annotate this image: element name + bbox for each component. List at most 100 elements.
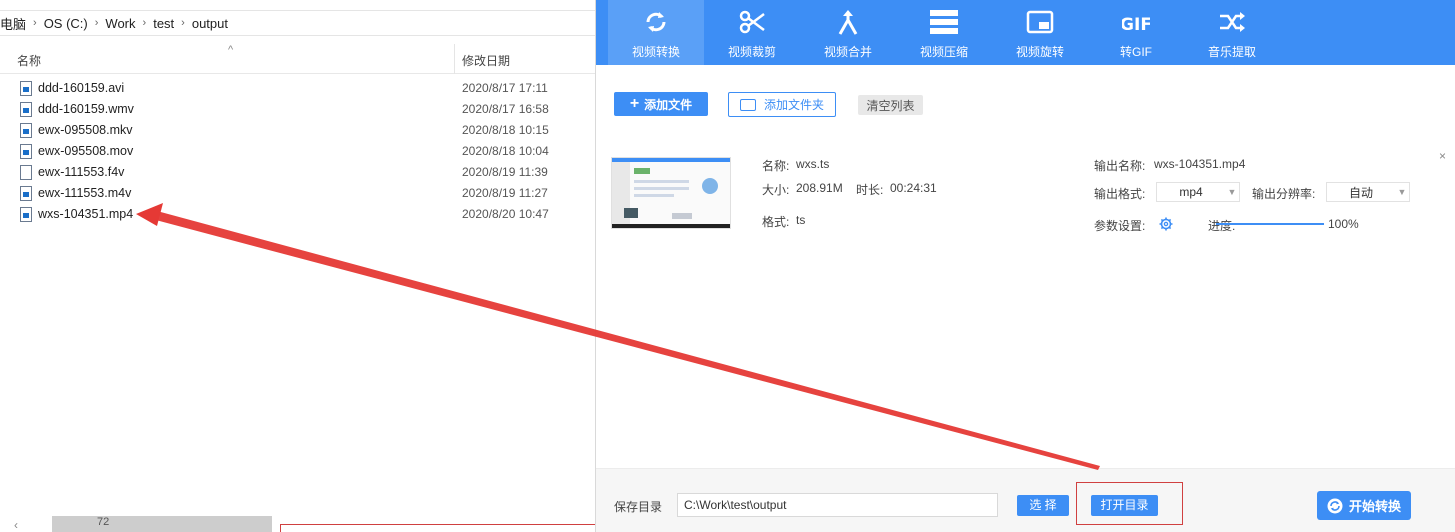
file-name: ewx-095508.mkv <box>38 123 133 137</box>
file-row[interactable]: ewx-095508.mkv 2020/8/18 10:15 <box>0 120 595 141</box>
file-date: 2020/8/19 11:39 <box>462 165 548 179</box>
folder-icon <box>739 98 756 111</box>
breadcrumb-drive[interactable]: OS (C:) <box>40 16 92 31</box>
top-nav-bar: 视频转换 视频裁剪 视频合并 视频压缩 视频旋转 GIF 转GIF 音乐提取 <box>596 0 1455 65</box>
tab-video-compress[interactable]: 视频压缩 <box>896 0 992 65</box>
tab-label: 视频旋转 <box>1015 45 1064 59</box>
tab-label: 音乐提取 <box>1207 45 1256 59</box>
save-dir-label: 保存目录 <box>614 500 663 514</box>
video-file-icon <box>20 123 32 138</box>
output-format-value: mp4 <box>1179 185 1203 199</box>
file-name: ewx-111553.f4v <box>38 165 125 179</box>
scrollbar-thumb[interactable] <box>52 516 272 532</box>
progress-fill <box>1216 223 1324 225</box>
gif-icon: GIF <box>1122 15 1150 35</box>
file-date: 2020/8/20 10:47 <box>462 207 549 221</box>
convert-icon <box>646 12 666 32</box>
column-name[interactable]: 名称 <box>17 52 41 69</box>
file-row[interactable]: ewx-111553.m4v 2020/8/19 11:27 <box>0 183 595 204</box>
footer-bar: 保存目录 C:\Work\test\output 选 择 打开目录 开始转换 <box>596 468 1455 532</box>
file-date: 2020/8/17 17:11 <box>462 81 548 95</box>
output-format-select[interactable]: mp4 ▼ <box>1156 182 1240 202</box>
tab-video-cut[interactable]: 视频裁剪 <box>704 0 800 65</box>
plus-icon: + <box>629 95 640 112</box>
shuffle-icon <box>1220 12 1245 32</box>
output-name-label: 输出名称: <box>1094 159 1146 173</box>
size-value: 208.91M <box>796 181 843 195</box>
breadcrumb-work[interactable]: Work <box>101 16 139 31</box>
clear-list-button[interactable]: 清空列表 <box>858 95 923 115</box>
file-name: ewx-095508.mov <box>38 144 134 158</box>
breadcrumb-test[interactable]: test <box>149 16 178 31</box>
tab-label: 转GIF <box>1120 45 1152 59</box>
chevron-down-icon: ▼ <box>1397 187 1407 197</box>
close-icon[interactable]: × <box>1439 149 1446 163</box>
annotation-frame <box>280 524 595 532</box>
chevron-left-icon[interactable]: ‹ <box>14 518 18 532</box>
file-date: 2020/8/19 11:27 <box>462 186 548 200</box>
svg-text:GIF: GIF <box>1122 15 1150 35</box>
compress-icon <box>930 10 958 34</box>
tab-audio-extract[interactable]: 音乐提取 <box>1184 0 1280 65</box>
rotate-icon <box>1026 10 1054 34</box>
tab-label: 视频合并 <box>823 45 872 59</box>
name-value: wxs.ts <box>796 157 830 171</box>
add-folder-button[interactable]: 添加文件夹 <box>728 92 836 117</box>
scroll-value: 72 <box>97 516 110 528</box>
gear-icon[interactable] <box>1159 217 1173 231</box>
output-resolution-value: 自动 <box>1348 185 1373 200</box>
start-convert-button[interactable]: 开始转换 <box>1317 491 1411 520</box>
start-convert-label: 开始转换 <box>1348 499 1401 514</box>
column-modified-date[interactable]: 修改日期 <box>462 52 510 69</box>
name-label: 名称: <box>762 159 790 173</box>
tab-video-merge[interactable]: 视频合并 <box>800 0 896 65</box>
chevron-right-icon: › <box>142 17 147 29</box>
file-row[interactable]: ddd-160159.avi 2020/8/17 17:11 <box>0 78 595 99</box>
breadcrumb-output[interactable]: output <box>188 16 232 31</box>
add-folder-label: 添加文件夹 <box>763 98 824 112</box>
file-name: wxs-104351.mp4 <box>38 207 134 221</box>
output-resolution-select[interactable]: 自动 ▼ <box>1326 182 1410 202</box>
tab-video-rotate[interactable]: 视频旋转 <box>992 0 1088 65</box>
progress-label: 进度: <box>1208 219 1236 233</box>
file-row[interactable]: ewx-095508.mov 2020/8/18 10:04 <box>0 141 595 162</box>
tab-label: 视频裁剪 <box>727 45 776 59</box>
tab-label: 视频转换 <box>631 45 680 59</box>
address-bar[interactable]: 电脑 › OS (C:) › Work › test › output <box>0 10 595 36</box>
choose-dir-button[interactable]: 选 择 <box>1017 495 1069 516</box>
add-file-label: 添加文件 <box>644 97 693 112</box>
format-value: ts <box>796 213 806 227</box>
save-dir-input[interactable]: C:\Work\test\output <box>677 493 998 517</box>
output-name-value[interactable]: wxs-104351.mp4 <box>1154 157 1245 171</box>
add-file-button[interactable]: + 添加文件 <box>614 92 708 116</box>
column-header: 名称 ^ 修改日期 <box>0 44 595 74</box>
breadcrumb-pc[interactable]: 电脑 <box>0 14 30 33</box>
tab-video-convert[interactable]: 视频转换 <box>608 0 704 65</box>
video-thumbnail <box>611 157 731 229</box>
open-dir-button[interactable]: 打开目录 <box>1091 495 1158 516</box>
video-file-icon <box>20 207 32 222</box>
tab-label: 视频压缩 <box>919 45 968 59</box>
file-date: 2020/8/17 16:58 <box>462 102 549 116</box>
params-label: 参数设置: <box>1094 219 1146 233</box>
duration-value: 00:24:31 <box>890 181 937 195</box>
video-file-icon <box>20 102 32 117</box>
sort-ascending-icon: ^ <box>228 44 234 56</box>
file-row[interactable]: ddd-160159.wmv 2020/8/17 16:58 <box>0 99 595 120</box>
tab-to-gif[interactable]: GIF 转GIF <box>1088 0 1184 65</box>
size-label: 大小: <box>762 183 790 197</box>
chevron-down-icon: ▼ <box>1227 187 1237 197</box>
file-date: 2020/8/18 10:15 <box>462 123 549 137</box>
output-resolution-label: 输出分辨率: <box>1252 187 1316 201</box>
chevron-right-icon: › <box>94 17 99 29</box>
file-explorer-window: 电脑 › OS (C:) › Work › test › output 名称 ^… <box>0 0 596 532</box>
chevron-right-icon: › <box>181 17 185 29</box>
file-row[interactable]: wxs-104351.mp4 2020/8/20 10:47 <box>0 204 595 225</box>
file-name: ddd-160159.wmv <box>38 102 134 116</box>
file-date: 2020/8/18 10:04 <box>462 144 549 158</box>
duration-label: 时长: <box>856 183 884 197</box>
video-converter-app: 视频转换 视频裁剪 视频合并 视频压缩 视频旋转 GIF 转GIF 音乐提取 +… <box>596 0 1455 532</box>
scissors-icon <box>739 10 765 34</box>
file-row[interactable]: ewx-111553.f4v 2020/8/19 11:39 <box>0 162 595 183</box>
column-divider[interactable] <box>454 44 455 74</box>
